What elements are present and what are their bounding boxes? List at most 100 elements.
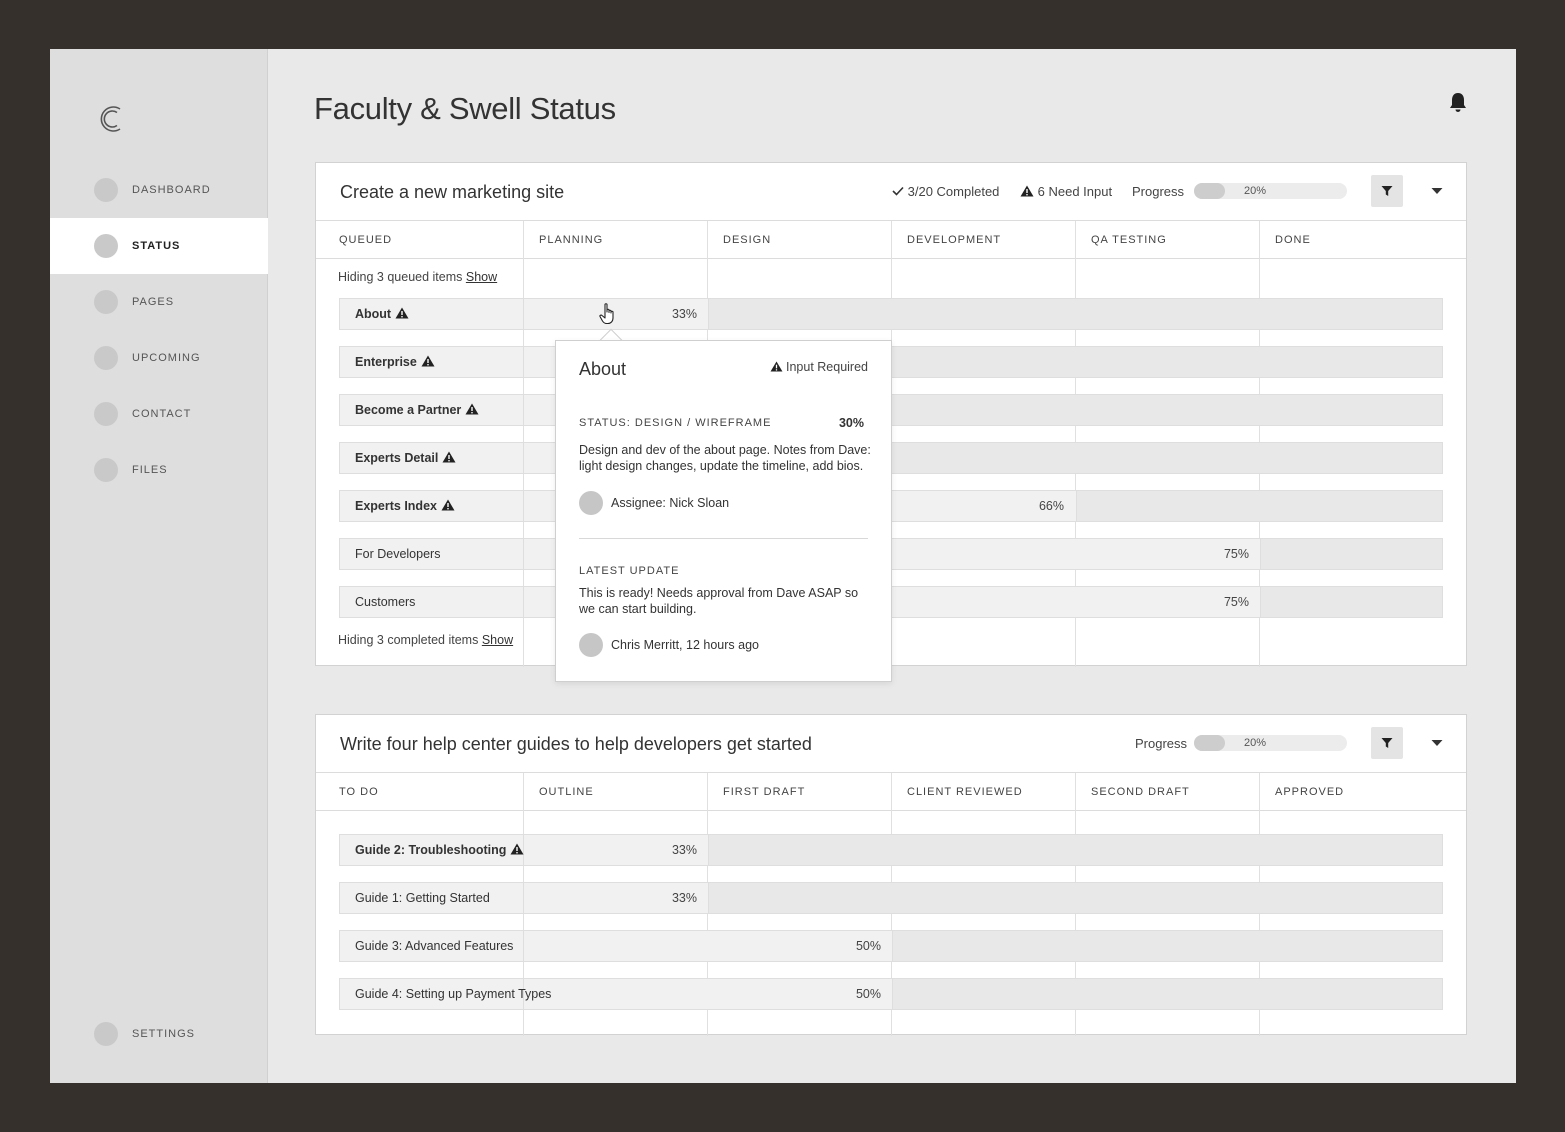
task-label-cell[interactable]: Become a Partner	[339, 394, 524, 426]
filter-button[interactable]	[1371, 175, 1403, 207]
filter-button[interactable]	[1371, 727, 1403, 759]
sidebar-item-contact[interactable]: CONTACT	[50, 386, 268, 442]
task-remaining-cell	[892, 930, 1443, 962]
task-name: For Developers	[355, 547, 441, 561]
hidden-completed-notice: Hiding 3 completed items Show	[338, 633, 513, 647]
hidden-completed-text: Hiding 3 completed items	[338, 633, 479, 647]
sidebar-item-label: PAGES	[132, 296, 175, 308]
sidebar-item-settings[interactable]: SETTINGS	[50, 1006, 268, 1062]
task-name: Experts Detail	[355, 451, 456, 465]
task-label-cell[interactable]: Guide 3: Advanced Features	[339, 930, 524, 962]
task-row-guide-1[interactable]: Guide 1: Getting Started 33%	[339, 882, 1443, 914]
task-row-guide-4[interactable]: Guide 4: Setting up Payment Types 50%	[339, 978, 1443, 1010]
task-remaining-cell	[708, 882, 1443, 914]
circle-icon	[94, 290, 118, 314]
sidebar-item-status[interactable]: STATUS	[50, 218, 268, 274]
collapse-button[interactable]	[1427, 181, 1447, 201]
collapse-button[interactable]	[1427, 733, 1447, 753]
logo-icon[interactable]	[90, 99, 130, 139]
popover-status: STATUS: DESIGN / WIREFRAME	[579, 417, 772, 429]
card-title: Write four help center guides to help de…	[340, 734, 812, 754]
sidebar-item-label: SETTINGS	[132, 1028, 196, 1040]
completed-stat: 3/20 Completed	[892, 184, 999, 199]
column-header-outline: OUTLINE	[539, 786, 594, 798]
popover-status-percent: 30%	[838, 416, 864, 430]
chevron-down-icon	[1431, 188, 1443, 194]
task-remaining-cell	[892, 978, 1443, 1010]
task-name: Guide 3: Advanced Features	[355, 939, 514, 953]
task-label-cell[interactable]: Guide 1: Getting Started	[339, 882, 524, 914]
card-title: Create a new marketing site	[340, 182, 565, 202]
task-label-cell[interactable]: Guide 4: Setting up Payment Types	[339, 978, 551, 1010]
circle-icon	[94, 1022, 118, 1046]
task-name: About	[355, 307, 409, 321]
sidebar-item-label: DASHBOARD	[132, 184, 211, 196]
show-completed-link[interactable]: Show	[482, 633, 513, 647]
task-row-guide-2[interactable]: Guide 2: Troubleshooting 33%	[339, 834, 1443, 866]
task-progress-cell: 33%	[524, 882, 708, 914]
task-percent: 50%	[855, 987, 881, 1001]
show-queued-link[interactable]: Show	[466, 270, 497, 284]
card-header: Create a new marketing site 3/20 Complet…	[316, 163, 1466, 221]
warning-icon	[395, 307, 409, 319]
warning-icon	[442, 451, 456, 463]
assignee-text: Assignee: Nick Sloan	[611, 496, 730, 510]
sidebar-item-label: CONTACT	[132, 408, 192, 420]
progress-bar: 20%	[1194, 183, 1347, 199]
task-label-cell[interactable]: About	[339, 298, 524, 330]
task-percent: 75%	[1223, 595, 1249, 609]
sidebar-nav: DASHBOARD STATUS PAGES UPCOMING CONTACT …	[50, 162, 268, 498]
task-percent: 33%	[671, 891, 697, 905]
column-header-approved: APPROVED	[1275, 786, 1345, 798]
filter-icon	[1381, 186, 1393, 196]
completed-text: 3/20 Completed	[907, 184, 1000, 199]
sidebar-item-pages[interactable]: PAGES	[50, 274, 268, 330]
warning-icon	[465, 403, 479, 415]
circle-icon	[94, 346, 118, 370]
task-row-about[interactable]: About 33%	[339, 298, 1443, 330]
task-progress-cell: 50%	[524, 930, 892, 962]
task-name: Guide 1: Getting Started	[355, 891, 490, 905]
sidebar: DASHBOARD STATUS PAGES UPCOMING CONTACT …	[50, 49, 268, 1083]
warning-icon	[441, 499, 455, 511]
task-label-cell[interactable]: For Developers	[339, 538, 524, 570]
column-header-client-reviewed: CLIENT REVIEWED	[907, 786, 1023, 798]
page-title: Faculty & Swell Status	[314, 91, 616, 126]
popover-description: Design and dev of the about page. Notes …	[579, 443, 871, 473]
column-header-development: DEVELOPMENT	[907, 234, 1002, 246]
task-remaining-cell	[708, 298, 1443, 330]
sidebar-item-dashboard[interactable]: DASHBOARD	[50, 162, 268, 218]
card-header: Write four help center guides to help de…	[316, 715, 1466, 773]
task-remaining-cell	[1260, 538, 1443, 570]
task-label-cell[interactable]: Experts Detail	[339, 442, 524, 474]
progress-fill	[1194, 735, 1225, 751]
task-label-cell[interactable]: Guide 2: Troubleshooting	[339, 834, 524, 866]
task-label-cell[interactable]: Customers	[339, 586, 524, 618]
task-label-cell[interactable]: Experts Index	[339, 490, 524, 522]
task-percent: 33%	[671, 843, 697, 857]
circle-icon	[94, 178, 118, 202]
input-required-flag: Input Required	[770, 360, 868, 374]
popover-title: About	[579, 359, 627, 379]
latest-update-author: Chris Merritt, 12 hours ago	[611, 638, 759, 652]
warning-icon	[510, 843, 524, 855]
column-header-qa-testing: QA TESTING	[1091, 234, 1167, 246]
task-label-cell[interactable]: Enterprise	[339, 346, 524, 378]
avatar	[579, 633, 603, 657]
project-card-help-guides: Write four help center guides to help de…	[315, 714, 1467, 1036]
circle-icon	[94, 458, 118, 482]
need-input-text: 6 Need Input	[1037, 184, 1113, 199]
progress-bar: 20%	[1194, 735, 1347, 751]
sidebar-item-files[interactable]: FILES	[50, 442, 268, 498]
task-name: Become a Partner	[355, 403, 479, 417]
column-header-to-do: TO DO	[339, 786, 379, 798]
bell-icon[interactable]	[1447, 91, 1469, 113]
latest-update-text: This is ready! Needs approval from Dave …	[579, 586, 859, 616]
hidden-queued-notice: Hiding 3 queued items Show	[338, 270, 497, 284]
task-row-guide-3[interactable]: Guide 3: Advanced Features 50%	[339, 930, 1443, 962]
avatar	[579, 491, 603, 515]
task-percent: 33%	[671, 307, 697, 321]
sidebar-item-upcoming[interactable]: UPCOMING	[50, 330, 268, 386]
task-progress-cell: 50%	[524, 978, 892, 1010]
progress-label: Progress	[1135, 736, 1188, 751]
